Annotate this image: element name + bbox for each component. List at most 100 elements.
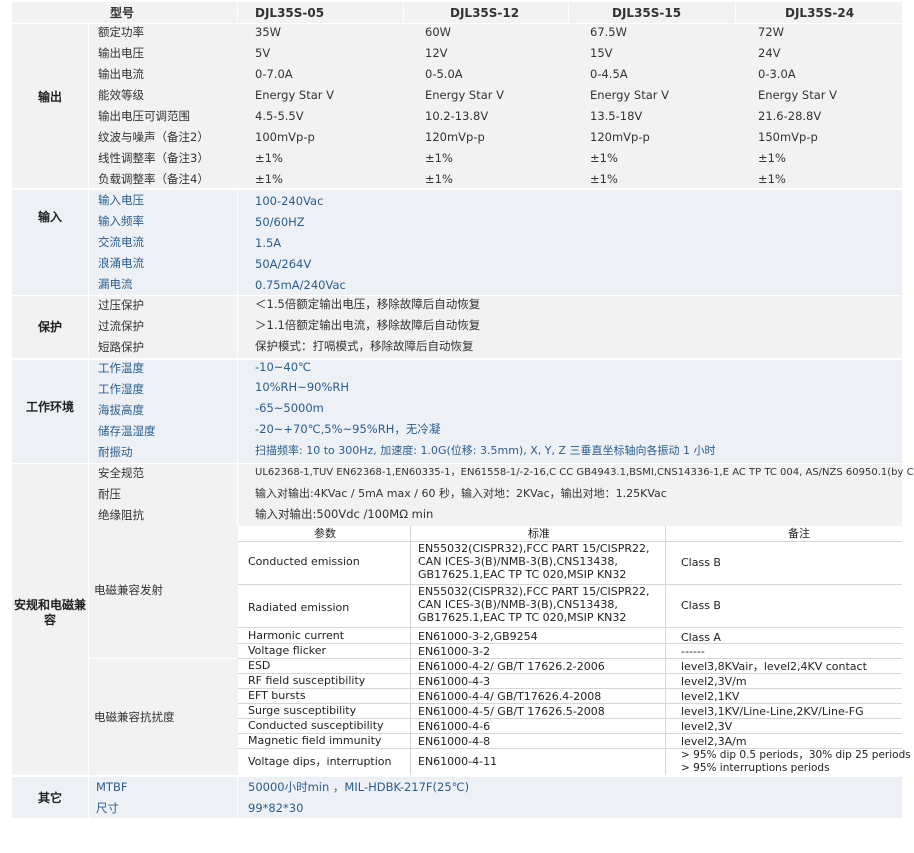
row-value: 100mVp-p: [255, 130, 315, 144]
row-value: 0-5.0A: [425, 67, 463, 81]
model-name: DJL35S-05: [255, 6, 325, 20]
row-label: 绝缘阻抗: [98, 508, 144, 522]
section-title-environment: 工作环境: [25, 400, 74, 414]
row-value: ±1%: [758, 151, 786, 165]
row-value: 13.5-18V: [590, 109, 643, 123]
emc-standard: CAN ICES-3(B)/NMB-3(B),CNS13438,: [418, 598, 618, 611]
emc-standard: GB17625.1,EAC TP TC 020,MSIP KN32: [418, 568, 627, 581]
emc-param: ESD: [248, 659, 271, 672]
emc-param: EFT bursts: [248, 689, 306, 702]
emc-note: ------: [681, 645, 705, 658]
emc-param: RF field susceptibility: [248, 674, 366, 687]
emc-standard: CAN ICES-3(B)/NMB-3(B),CNS13438,: [418, 555, 618, 568]
row-value: Energy Star V: [590, 88, 670, 102]
emc-param: Voltage dips，interruption: [248, 755, 392, 768]
row-label: 储存温湿度: [98, 424, 156, 438]
row-value: ±1%: [255, 172, 283, 186]
emc-header-note: 备注: [788, 527, 810, 540]
immunity-label: 电磁兼容抗扰度: [94, 710, 175, 724]
row-label: MTBF: [96, 780, 128, 794]
spec-sheet: 型号 DJL35S-05 DJL35S-12 DJL35S-15 DJL35S-…: [0, 0, 914, 853]
row-value: 21.6-28.8V: [758, 109, 822, 123]
emc-standard: EN61000-4-4/ GB/T17626.4-2008: [418, 690, 602, 703]
row-value: ＞1.1倍额定输出电流，移除故障后自动恢复: [255, 318, 481, 332]
row-value: 15V: [590, 46, 613, 60]
row-value: 24V: [758, 46, 781, 60]
row-value: 72W: [758, 25, 785, 39]
row-value: 保护模式：打嗝模式，移除故障后自动恢复: [255, 339, 474, 353]
row-value: 5V: [255, 46, 271, 60]
row-label: 输出电压: [98, 46, 144, 60]
row-value: 0-7.0A: [255, 67, 293, 81]
emc-param: Radiated emission: [248, 601, 350, 614]
section-title-input: 输入: [37, 210, 62, 224]
section-title-other: 其它: [37, 791, 62, 805]
emc-note: level2,3V/m: [681, 675, 747, 688]
model-name: DJL35S-15: [612, 6, 682, 20]
row-value: 10.2-13.8V: [425, 109, 489, 123]
row-label: 输入电压: [98, 193, 144, 207]
emc-note: Class B: [681, 599, 721, 612]
row-value: 输入对输出:500Vdc /100MΩ min: [255, 507, 434, 521]
row-value: 0.75mA/240Vac: [255, 278, 346, 292]
emc-param: Voltage flicker: [248, 644, 327, 657]
emc-note: level2,1KV: [681, 690, 740, 703]
row-value: Energy Star V: [255, 88, 335, 102]
row-label: 输出电压可调范围: [98, 109, 190, 123]
emc-standard: EN61000-3-2: [418, 645, 491, 658]
emc-standard: EN61000-4-11: [418, 755, 498, 768]
row-value: 50A/264V: [255, 257, 312, 271]
section-title-output: 输出: [37, 90, 62, 104]
emc-standard: EN61000-4-8: [418, 735, 491, 748]
emc-param: Conducted emission: [248, 555, 360, 568]
emc-param: Conducted susceptibility: [248, 719, 384, 732]
row-value: Energy Star V: [758, 88, 838, 102]
emc-standard: EN61000-4-6: [418, 720, 491, 733]
section-title-safety: 安规和电磁兼容: [13, 598, 86, 627]
row-value: 10%RH~90%RH: [255, 380, 350, 394]
row-label: 过压保护: [98, 298, 144, 312]
row-label: 负载调整率（备注4）: [98, 172, 209, 186]
emc-note: level2,3V: [681, 720, 733, 733]
row-value: 100-240Vac: [255, 194, 324, 208]
row-label: 短路保护: [98, 340, 144, 354]
row-label: 漏电流: [98, 277, 133, 291]
emc-param: Surge susceptibility: [248, 704, 357, 717]
row-value: 150mVp-p: [758, 130, 818, 144]
row-label: 能效等级: [98, 88, 144, 102]
row-value: 0-4.5A: [590, 67, 628, 81]
row-value: -20~+70℃,5%~95%RH，无冷凝: [255, 422, 441, 436]
row-value: Energy Star V: [425, 88, 505, 102]
emc-standard: EN61000-4-3: [418, 675, 491, 688]
model-name: DJL35S-24: [785, 6, 855, 20]
row-label: 工作温度: [98, 361, 144, 375]
model-label: 型号: [110, 6, 135, 20]
emc-param: Harmonic current: [248, 629, 345, 642]
row-label: 浪涌电流: [98, 256, 144, 270]
row-label: 过流保护: [98, 319, 144, 333]
row-value: ±1%: [590, 172, 618, 186]
emc-header-param: 参数: [314, 527, 336, 540]
row-value: ＜1.5倍额定输出电压，移除故障后自动恢复: [255, 297, 481, 311]
emc-param: Magnetic field immunity: [248, 734, 382, 747]
row-value: 99*82*30: [248, 801, 304, 815]
row-value: 扫描频率: 10 to 300Hz, 加速度: 1.0G(位移: 3.5mm),…: [255, 444, 716, 457]
row-label: 尺寸: [96, 801, 119, 815]
row-value: 50/60HZ: [255, 215, 305, 229]
emc-standard: EN61000-4-2/ GB/T 17626.2-2006: [418, 660, 605, 673]
row-value: UL62368-1,TUV EN62368-1,EN60335-1，EN6155…: [255, 467, 914, 478]
row-label: 耐压: [98, 487, 121, 501]
row-value: -10~40℃: [255, 360, 311, 374]
row-value: 12V: [425, 46, 448, 60]
row-value: 1.5A: [255, 236, 282, 250]
row-value: ±1%: [590, 151, 618, 165]
row-value: ±1%: [255, 151, 283, 165]
row-value: 67.5W: [590, 25, 627, 39]
emc-note: level3,8KVair，level2,4KV contact: [681, 660, 867, 673]
section-title-protection: 保护: [37, 320, 62, 334]
row-value: -65~5000m: [255, 401, 324, 415]
row-value: ±1%: [425, 172, 453, 186]
row-value: 120mVp-p: [425, 130, 485, 144]
row-value: 120mVp-p: [590, 130, 650, 144]
emc-note: > 95% interruptions periods: [681, 762, 830, 774]
